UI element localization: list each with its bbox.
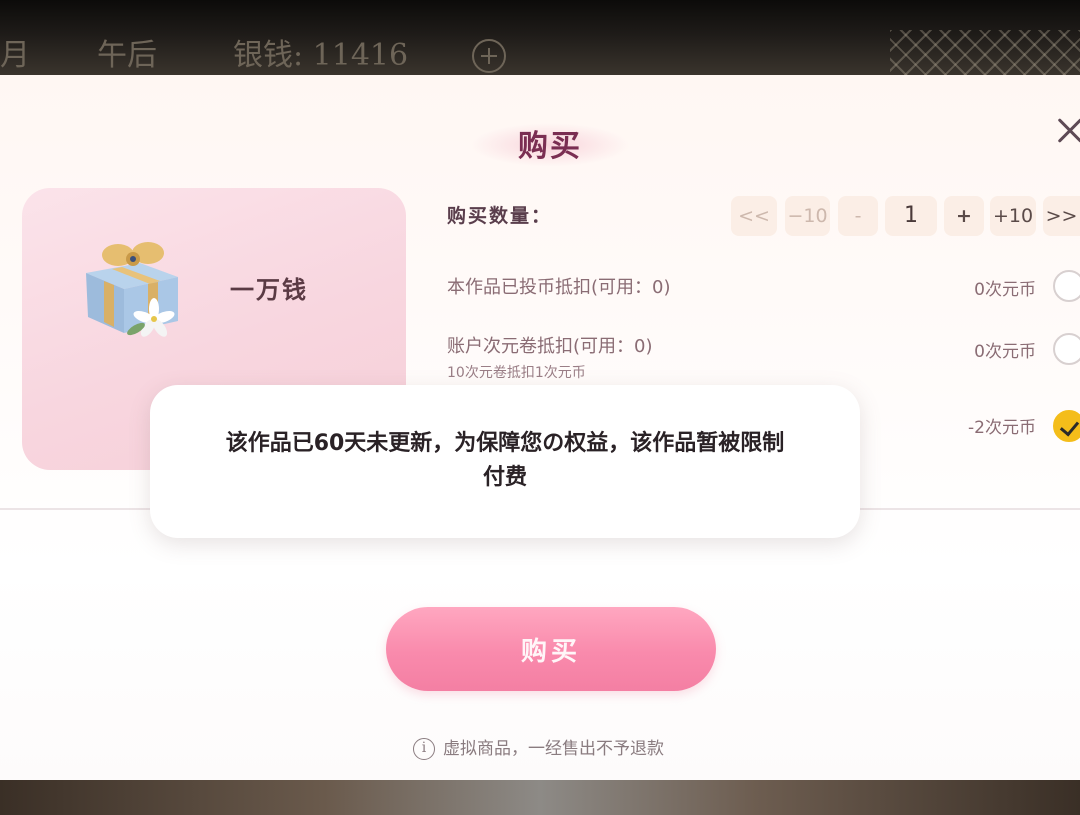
plus-circle-icon[interactable] — [472, 39, 506, 73]
deduction-value-coins: 0次元币 — [974, 280, 1036, 300]
refund-notice-text: 虚拟商品，一经售出不予退款 — [443, 739, 664, 759]
silver-balance-label: 银钱: 11416 — [233, 38, 409, 73]
quantity-last-button[interactable]: >> — [1043, 196, 1080, 236]
lattice-decoration — [890, 30, 1080, 80]
deduction-radio-balance[interactable] — [1053, 410, 1080, 442]
gift-box-icon — [86, 242, 178, 337]
restriction-toast: 该作品已60天未更新，为保障您の权益，该作品暂被限制 付费 — [150, 385, 860, 538]
quantity-label: 购买数量： — [447, 205, 553, 227]
toast-line-1: 该作品已60天未更新，为保障您の权益，该作品暂被限制 — [225, 431, 785, 456]
toast-message: 该作品已60天未更新，为保障您の权益，该作品暂被限制 付费 — [190, 427, 820, 495]
background-scene — [0, 780, 1080, 815]
deduction-value-balance: -2次元币 — [968, 418, 1036, 438]
quantity-value[interactable]: 1 — [885, 196, 937, 236]
quantity-minus-button[interactable]: - — [838, 196, 878, 236]
quantity-minus-10-button[interactable]: −10 — [785, 196, 830, 236]
info-icon: i — [413, 738, 435, 760]
toast-line-2: 付费 — [482, 465, 527, 490]
deduction-radio-voucher[interactable] — [1053, 333, 1080, 365]
deduction-label-voucher: 账户次元卷抵扣(可用：0) — [447, 336, 653, 357]
dialog-title: 购买 — [518, 129, 582, 164]
top-status-bar: 月 午后 银钱: 11416 — [0, 0, 1080, 80]
refund-notice: i 虚拟商品，一经售出不予退款 — [413, 735, 664, 763]
buy-button[interactable]: 购买 — [386, 607, 716, 691]
deduction-value-voucher: 0次元币 — [974, 342, 1036, 362]
deduction-label-coins: 本作品已投币抵扣(可用：0) — [447, 277, 671, 298]
quantity-plus-10-button[interactable]: +10 — [990, 196, 1036, 236]
time-of-day-label: 午后 — [97, 38, 157, 73]
close-icon[interactable] — [1052, 113, 1080, 149]
quantity-first-button[interactable]: << — [731, 196, 777, 236]
quantity-plus-button[interactable]: + — [944, 196, 984, 236]
product-name: 一万钱 — [230, 276, 308, 304]
deduction-sub-voucher: 10次元卷抵扣1次元币 — [447, 365, 586, 381]
deduction-radio-coins[interactable] — [1053, 270, 1080, 302]
month-label: 月 — [0, 38, 30, 73]
